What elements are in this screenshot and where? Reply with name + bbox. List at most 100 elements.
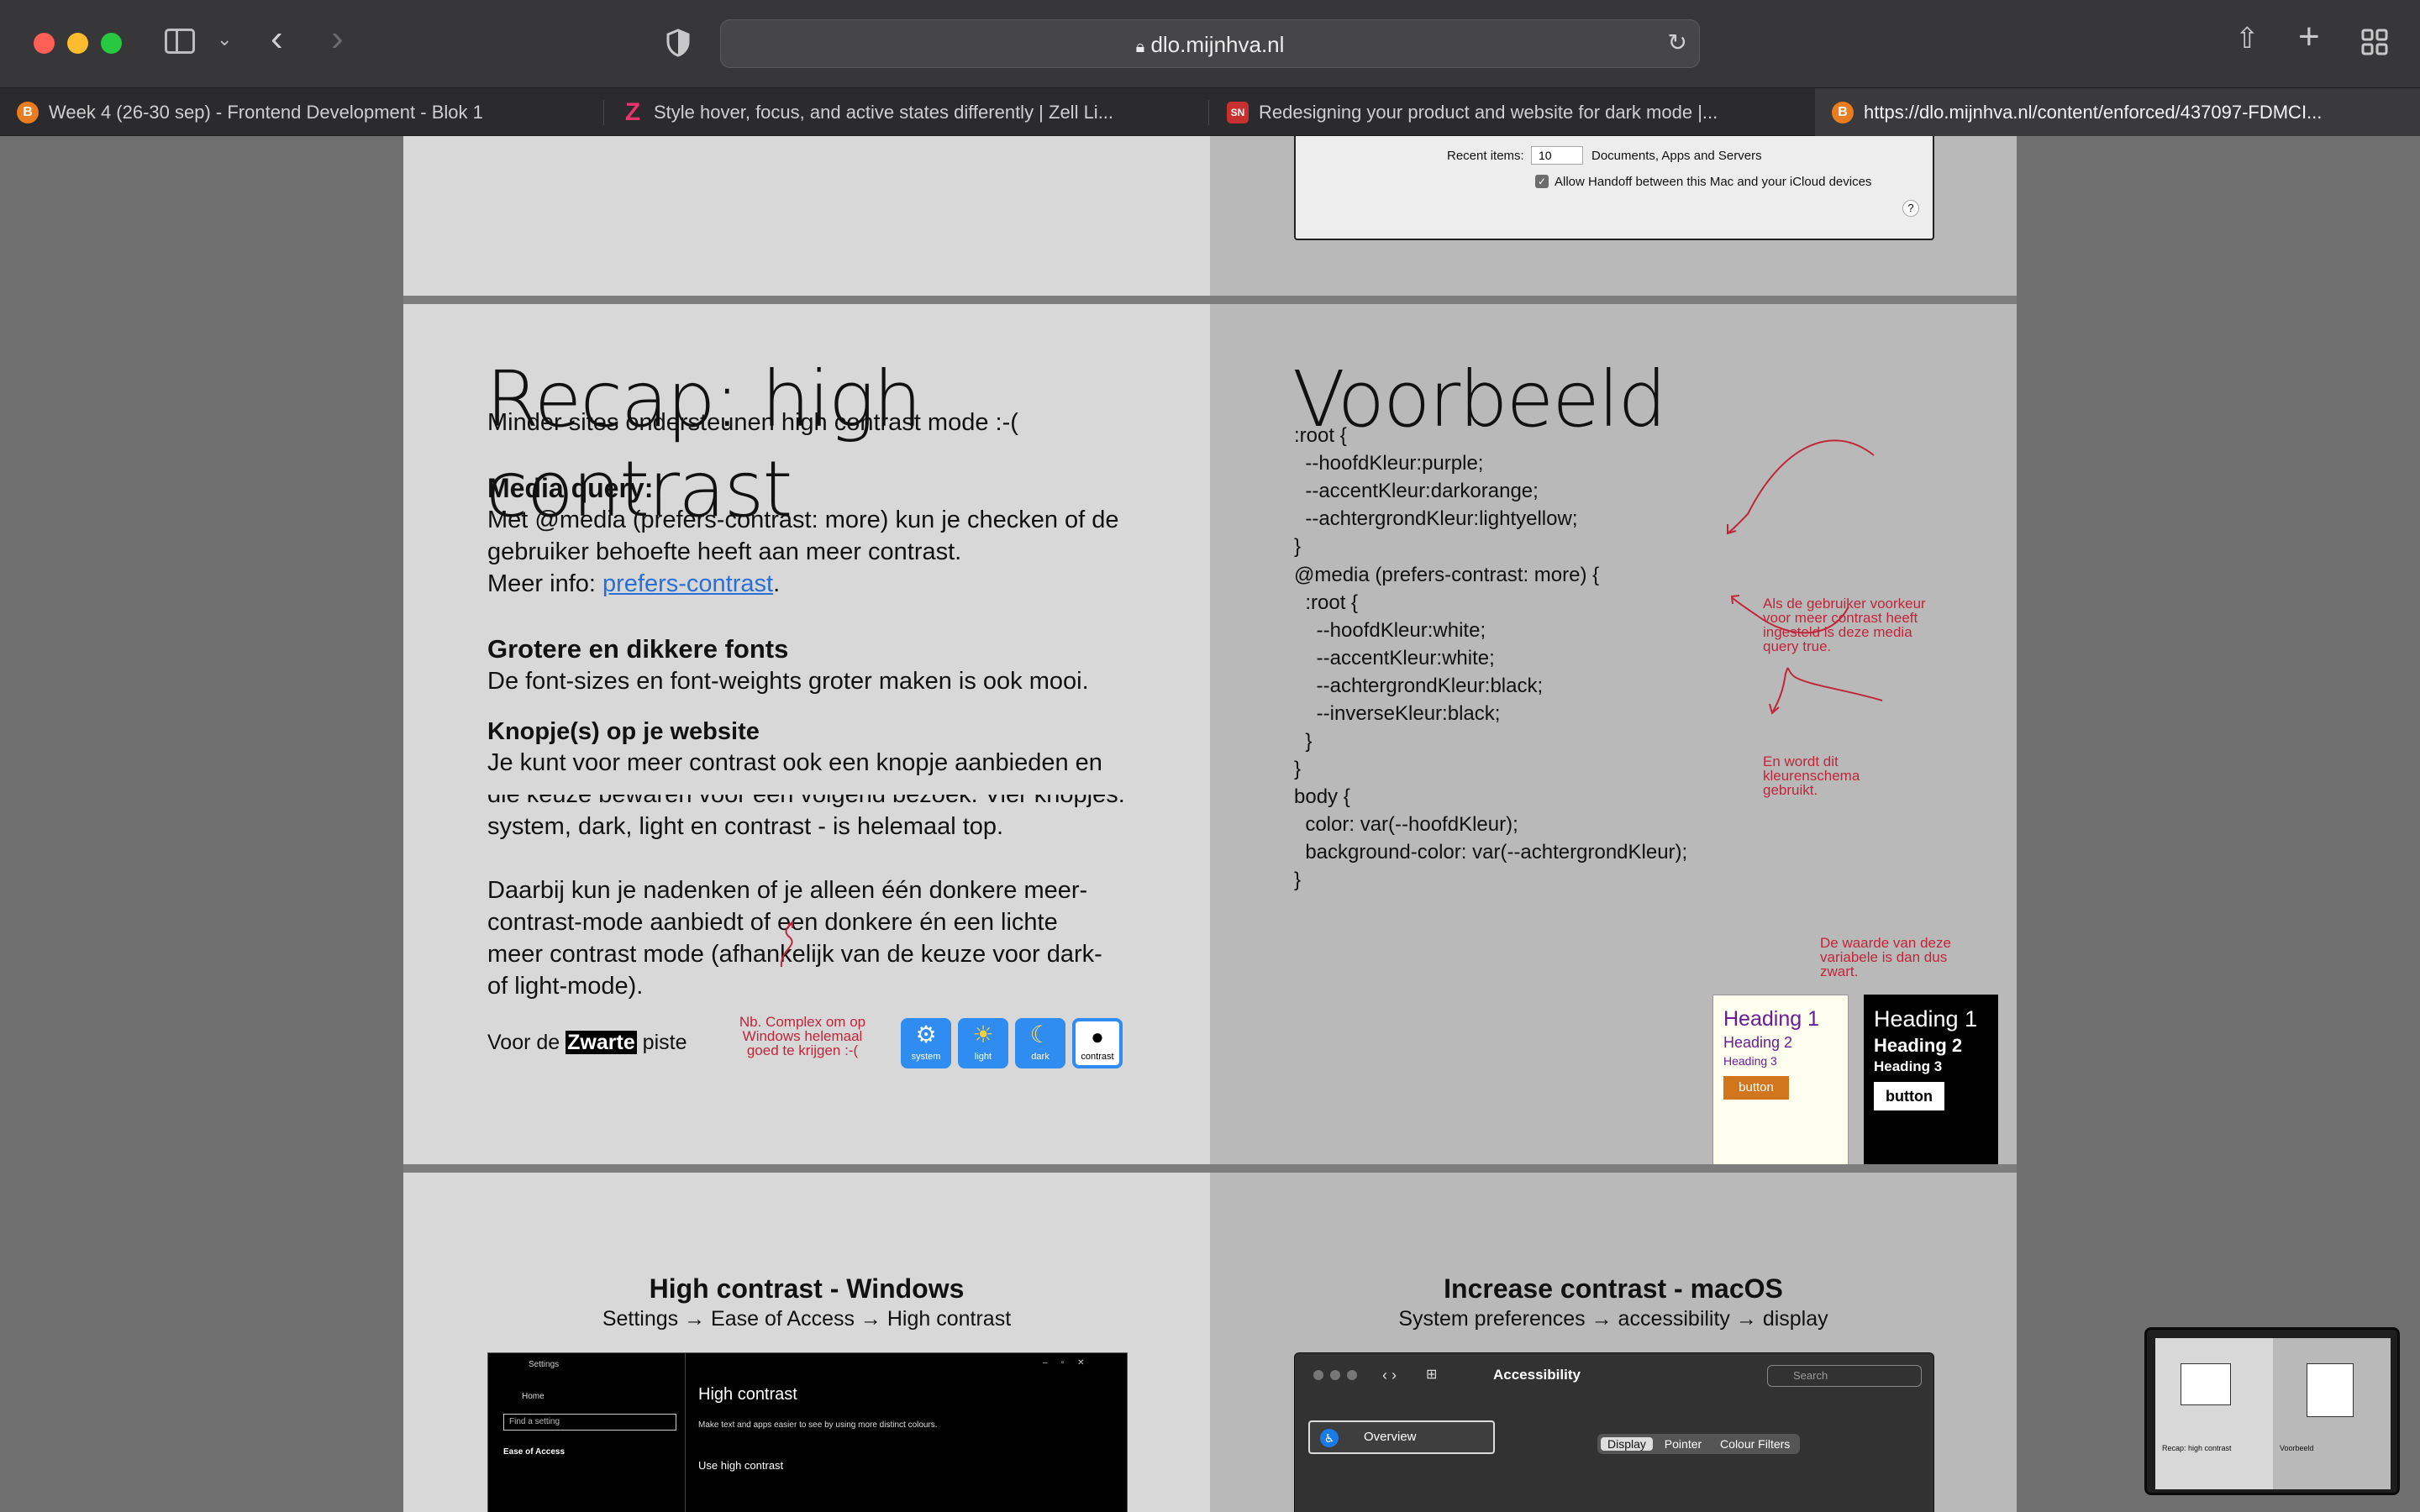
tab-week4[interactable]: B Week 4 (26-30 sep) - Frontend Developm… — [0, 88, 603, 137]
forward-icon[interactable]: › — [331, 20, 344, 57]
mac-window-title: Accessibility — [1493, 1367, 1581, 1383]
mac-search-input[interactable]: Search — [1767, 1365, 1922, 1387]
tab-bar: B Week 4 (26-30 sep) - Frontend Developm… — [0, 87, 2420, 137]
note-variable-black: De waarde van deze variabele is dan dus zw… — [1820, 935, 1951, 979]
slide-top-left — [403, 136, 1210, 296]
address-bar[interactable]: 🔒︎ dlo.mijnhva.nl ↻ — [720, 19, 1700, 68]
back-forward-icon[interactable]: ‹ › — [1382, 1365, 1397, 1385]
mac-accessibility-screenshot: ‹ › ⊞ Accessibility Search Overview ♿ Di… — [1294, 1352, 1934, 1512]
sn-icon: SN — [1227, 102, 1249, 123]
back-icon[interactable]: ‹ — [271, 20, 283, 57]
handoff-checkbox[interactable]: ✓ — [1535, 175, 1549, 188]
slide-separator — [403, 1164, 2017, 1173]
mac-segmented-tabs: Display Pointer Colour Filters — [1597, 1434, 1801, 1454]
share-icon[interactable]: ⇧ — [2235, 22, 2260, 55]
mac-slide-subtitle: System preferences → accessibility → dis… — [1398, 1307, 1828, 1331]
thumbnail-left-label: Recap: high contrast — [2162, 1444, 2232, 1452]
windows-settings-screenshot: Settings –▫✕ Home Find a setting Ease of… — [487, 1352, 1128, 1512]
page-viewport[interactable]: Recent items: 10 Documents, Apps and Ser… — [0, 136, 2420, 1512]
new-tab-icon[interactable]: + — [2298, 18, 2320, 55]
window-controls-icon: –▫✕ — [1043, 1358, 1098, 1368]
media-query-heading: Media query: — [487, 473, 654, 503]
windows-ease-of-access[interactable]: Ease of Access — [503, 1447, 565, 1457]
light-demo-card: Heading 1 Heading 2 Heading 3 button — [1712, 995, 1849, 1173]
close-window-button[interactable] — [34, 33, 55, 54]
light-demo-button[interactable]: button — [1723, 1076, 1789, 1100]
windows-settings-label: Settings — [529, 1360, 560, 1369]
dark-mode-button[interactable]: ☾ dark — [1015, 1018, 1065, 1068]
recent-items-suffix: Documents, Apps and Servers — [1591, 149, 1762, 163]
slide-separator — [403, 296, 2017, 304]
theme-button-row: ⚙ system ☀ light ☾ dark ● contrast — [901, 1018, 1139, 1070]
brightspace-icon: B — [17, 102, 39, 123]
buttons-heading: Knopje(s) op je website — [487, 718, 760, 745]
reload-icon[interactable]: ↻ — [1668, 30, 1687, 55]
light-mode-button[interactable]: ☀ light — [958, 1018, 1008, 1068]
grid-icon[interactable]: ⊞ — [1426, 1365, 1437, 1385]
divider — [685, 1353, 686, 1512]
black-piste-suffix: piste — [636, 1031, 687, 1054]
contrast-mode-button[interactable]: ● contrast — [1072, 1018, 1123, 1068]
prefers-contrast-link[interactable]: prefers-contrast — [602, 570, 773, 597]
note-media-true: Als de gebruiker voorkeur voor meer contr… — [1763, 596, 1926, 654]
annotation-arrow — [780, 921, 793, 968]
panda-icon: ● — [1091, 1024, 1104, 1049]
slide-high-contrast-windows: High contrast - Windows Settings → Ease … — [403, 1173, 1210, 1512]
tab-active-dlo[interactable]: B https://dlo.mijnhva.nl/content/enforce… — [1815, 88, 2420, 137]
recent-items-stepper[interactable]: 10 — [1531, 146, 1583, 165]
dark-demo-card: Heading 1 Heading 2 Heading 3 button — [1864, 995, 1998, 1173]
windows-high-contrast-heading: High contrast — [698, 1385, 797, 1404]
macos-general-panel: Recent items: 10 Documents, Apps and Ser… — [1294, 136, 1934, 240]
fonts-text: De font-sizes en font-weights groter mak… — [487, 668, 1089, 695]
sidebar-icon[interactable] — [165, 29, 195, 54]
page-thumbnail-overview[interactable]: Recap: high contrast Voorbeeld — [2144, 1327, 2400, 1495]
light-heading-3: Heading 3 — [1723, 1054, 1777, 1068]
recap-intro: Minder sites ondersteunen high contrast … — [487, 409, 1018, 436]
accessibility-icon: ♿ — [1320, 1429, 1339, 1447]
tab-darkmode[interactable]: SN Redesigning your product and website … — [1210, 88, 1813, 137]
windows-search-input[interactable]: Find a setting — [503, 1414, 676, 1431]
thumbnail-right-label: Voorbeeld — [2280, 1444, 2314, 1452]
tab-pointer[interactable]: Pointer — [1656, 1437, 1710, 1451]
sun-icon: ☀ — [972, 1021, 994, 1047]
zell-icon: Z — [624, 98, 641, 126]
more-info-label: Meer info: — [487, 570, 602, 597]
windows-slide-subtitle: Settings → Ease of Access → High contras… — [602, 1307, 1012, 1331]
think-text-line4: of light-mode). — [487, 973, 644, 1000]
shield-icon[interactable] — [666, 29, 690, 57]
handoff-label: Allow Handoff between this Mac and your … — [1555, 175, 1872, 189]
slide-increase-contrast-macos: Increase contrast - macOS System prefere… — [1210, 1173, 2017, 1512]
fonts-heading: Grotere en dikkere fonts — [487, 634, 789, 664]
windows-slide-title: High contrast - Windows — [649, 1273, 965, 1304]
system-mode-button[interactable]: ⚙ system — [901, 1018, 951, 1068]
windows-home-item[interactable]: Home — [522, 1392, 544, 1401]
tab-colour-filters[interactable]: Colour Filters — [1713, 1437, 1797, 1451]
black-piste-prefix: Voor de — [487, 1031, 566, 1054]
minimize-window-button[interactable] — [67, 33, 88, 54]
dark-heading-1: Heading 1 — [1874, 1006, 1978, 1032]
zoom-window-button[interactable] — [101, 33, 122, 54]
note-color-scheme: En wordt dit kleurenschema gebruikt. — [1763, 753, 1860, 798]
light-heading-2: Heading 2 — [1723, 1034, 1793, 1051]
black-piste-line: Voor de Zwarte piste — [487, 1026, 687, 1058]
moon-icon: ☾ — [1029, 1021, 1051, 1047]
dark-demo-button[interactable]: button — [1874, 1082, 1944, 1110]
help-button[interactable]: ? — [1902, 200, 1919, 217]
buttons-text-line2: die keuze bewaren voor een volgend bezoe… — [487, 795, 1125, 808]
recent-items-label: Recent items: — [1447, 149, 1524, 163]
black-piste-word: Zwarte — [566, 1031, 637, 1054]
buttons-text-line3: system, dark, light en contrast - is hel… — [487, 813, 1004, 840]
slide-voorbeeld: Voorbeeld :root { --hoofdKleur:purple; -… — [1210, 304, 2017, 1173]
chevron-down-icon[interactable]: ⌄ — [217, 29, 232, 50]
more-info-period: . — [773, 570, 781, 597]
media-query-text-line2: gebruiker behoefte heeft aan meer contra… — [487, 538, 962, 565]
tab-overview-icon[interactable] — [2361, 29, 2388, 55]
tab-display[interactable]: Display — [1601, 1437, 1653, 1451]
tab-zell[interactable]: Z Style hover, focus, and active states … — [605, 88, 1208, 137]
lock-icon: 🔒︎ — [1135, 38, 1145, 56]
windows-use-high-contrast: Use high contrast — [698, 1459, 784, 1472]
brightspace-icon: B — [1832, 102, 1854, 123]
browser-toolbar: ⌄ ‹ › 🔒︎ dlo.mijnhva.nl ↻ ⇧ + — [0, 0, 2420, 87]
slide-recap-high-contrast: Recap: high contrast Minder sites onders… — [403, 304, 1210, 795]
gear-icon: ⚙ — [915, 1021, 937, 1047]
